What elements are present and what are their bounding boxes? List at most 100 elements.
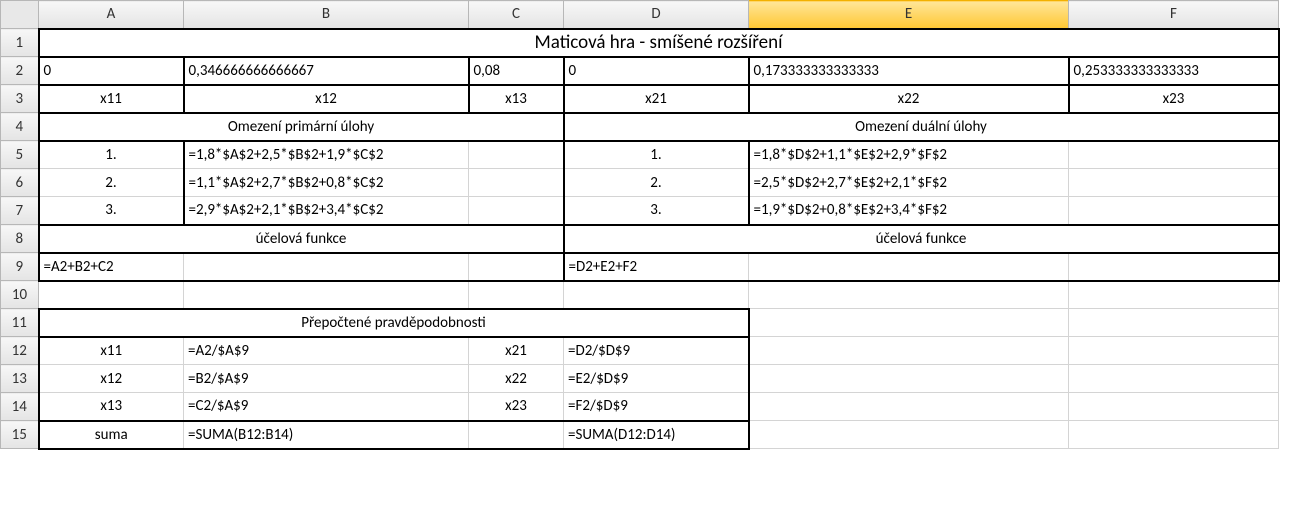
cell-F11[interactable] [1069, 309, 1279, 337]
cell-D12[interactable]: =D2/$D$9 [564, 337, 749, 365]
cell-B2[interactable]: 0,346666666666667 [184, 57, 469, 85]
cell-F2[interactable]: 0,253333333333333 [1069, 57, 1279, 85]
cell-C9[interactable] [469, 253, 564, 281]
cell-A15[interactable]: suma [39, 421, 184, 449]
cell-A14[interactable]: x13 [39, 393, 184, 421]
cell-F3[interactable]: x23 [1069, 85, 1279, 113]
cell-F14[interactable] [1069, 393, 1279, 421]
cell-B14[interactable]: =C2/$A$9 [184, 393, 469, 421]
cell-E9[interactable] [749, 253, 1069, 281]
row-header-5[interactable]: 5 [1, 141, 39, 169]
cell-E13[interactable] [749, 365, 1069, 393]
cell-C10[interactable] [469, 281, 564, 309]
cell-C5[interactable] [469, 141, 564, 169]
cell-A13[interactable]: x12 [39, 365, 184, 393]
row-header-1[interactable]: 1 [1, 29, 39, 57]
cell-A5[interactable]: 1. [39, 141, 184, 169]
cell-dual-objective-header[interactable]: účelová funkce [564, 225, 1279, 253]
cell-D2[interactable]: 0 [564, 57, 749, 85]
cell-dual-constraints-header[interactable]: Omezení duální úlohy [564, 113, 1279, 141]
cell-E15[interactable] [749, 421, 1069, 449]
select-all-corner[interactable] [1, 1, 39, 29]
cell-F7[interactable] [1069, 197, 1279, 225]
cell-D14[interactable]: =F2/$D$9 [564, 393, 749, 421]
cell-B5[interactable]: =1,8*$A$2+2,5*$B$2+1,9*$C$2 [184, 141, 469, 169]
cell-C15[interactable] [469, 421, 564, 449]
cell-E12[interactable] [749, 337, 1069, 365]
cell-A7[interactable]: 3. [39, 197, 184, 225]
cell-B10[interactable] [184, 281, 469, 309]
cell-A12[interactable]: x11 [39, 337, 184, 365]
cell-C7[interactable] [469, 197, 564, 225]
row-header-15[interactable]: 15 [1, 421, 39, 449]
cell-A9[interactable]: =A2+B2+C2 [39, 253, 184, 281]
cell-F6[interactable] [1069, 169, 1279, 197]
cell-D5[interactable]: 1. [564, 141, 749, 169]
cell-E10[interactable] [749, 281, 1069, 309]
cell-primary-objective-header[interactable]: účelová funkce [39, 225, 564, 253]
cell-A2[interactable]: 0 [39, 57, 184, 85]
cell-C13[interactable]: x22 [469, 365, 564, 393]
cell-F9[interactable] [1069, 253, 1279, 281]
row-header-6[interactable]: 6 [1, 169, 39, 197]
row-header-14[interactable]: 14 [1, 393, 39, 421]
cell-A3[interactable]: x11 [39, 85, 184, 113]
cell-E3[interactable]: x22 [749, 85, 1069, 113]
cell-C14[interactable]: x23 [469, 393, 564, 421]
row-header-13[interactable]: 13 [1, 365, 39, 393]
cell-F5[interactable] [1069, 141, 1279, 169]
row-header-7[interactable]: 7 [1, 197, 39, 225]
row-header-11[interactable]: 11 [1, 309, 39, 337]
row-header-3[interactable]: 3 [1, 85, 39, 113]
cell-B12[interactable]: =A2/$A$9 [184, 337, 469, 365]
cell-D13[interactable]: =E2/$D$9 [564, 365, 749, 393]
cell-D6[interactable]: 2. [564, 169, 749, 197]
cell-B13[interactable]: =B2/$A$9 [184, 365, 469, 393]
cell-F12[interactable] [1069, 337, 1279, 365]
spreadsheet-grid[interactable]: A B C D E F 1 Maticová hra - smíšené roz… [0, 0, 1280, 450]
cell-E2[interactable]: 0,173333333333333 [749, 57, 1069, 85]
cell-C3[interactable]: x13 [469, 85, 564, 113]
cell-D15[interactable]: =SUMA(D12:D14) [564, 421, 749, 449]
col-header-F[interactable]: F [1069, 1, 1279, 29]
row-3: 3 x11 x12 x13 x21 x22 x23 [1, 85, 1279, 113]
row-8: 8 účelová funkce účelová funkce [1, 225, 1279, 253]
row-header-12[interactable]: 12 [1, 337, 39, 365]
col-header-D[interactable]: D [564, 1, 749, 29]
cell-C12[interactable]: x21 [469, 337, 564, 365]
cell-E5[interactable]: =1,8*$D$2+1,1*$E$2+2,9*$F$2 [749, 141, 1069, 169]
col-header-A[interactable]: A [39, 1, 184, 29]
cell-B7[interactable]: =2,9*$A$2+2,1*$B$2+3,4*$C$2 [184, 197, 469, 225]
cell-F10[interactable] [1069, 281, 1279, 309]
cell-E14[interactable] [749, 393, 1069, 421]
row-header-4[interactable]: 4 [1, 113, 39, 141]
row-header-2[interactable]: 2 [1, 57, 39, 85]
cell-title[interactable]: Maticová hra - smíšené rozšíření [39, 29, 1279, 57]
cell-E6[interactable]: =2,5*$D$2+2,7*$E$2+2,1*$F$2 [749, 169, 1069, 197]
cell-E11[interactable] [749, 309, 1069, 337]
column-header-row: A B C D E F [1, 1, 1279, 29]
cell-A6[interactable]: 2. [39, 169, 184, 197]
cell-D3[interactable]: x21 [564, 85, 749, 113]
cell-B15[interactable]: =SUMA(B12:B14) [184, 421, 469, 449]
cell-D9[interactable]: =D2+E2+F2 [564, 253, 749, 281]
cell-E7[interactable]: =1,9*$D$2+0,8*$E$2+3,4*$F$2 [749, 197, 1069, 225]
cell-F13[interactable] [1069, 365, 1279, 393]
col-header-E[interactable]: E [749, 1, 1069, 29]
cell-C2[interactable]: 0,08 [469, 57, 564, 85]
cell-B6[interactable]: =1,1*$A$2+2,7*$B$2+0,8*$C$2 [184, 169, 469, 197]
cell-D7[interactable]: 3. [564, 197, 749, 225]
cell-primary-constraints-header[interactable]: Omezení primární úlohy [39, 113, 564, 141]
cell-B9[interactable] [184, 253, 469, 281]
cell-C6[interactable] [469, 169, 564, 197]
col-header-C[interactable]: C [469, 1, 564, 29]
cell-B3[interactable]: x12 [184, 85, 469, 113]
cell-recalculated-header[interactable]: Přepočtené pravděpodobnosti [39, 309, 749, 337]
row-header-9[interactable]: 9 [1, 253, 39, 281]
row-header-10[interactable]: 10 [1, 281, 39, 309]
cell-D10[interactable] [564, 281, 749, 309]
cell-F15[interactable] [1069, 421, 1279, 449]
row-header-8[interactable]: 8 [1, 225, 39, 253]
cell-A10[interactable] [39, 281, 184, 309]
col-header-B[interactable]: B [184, 1, 469, 29]
